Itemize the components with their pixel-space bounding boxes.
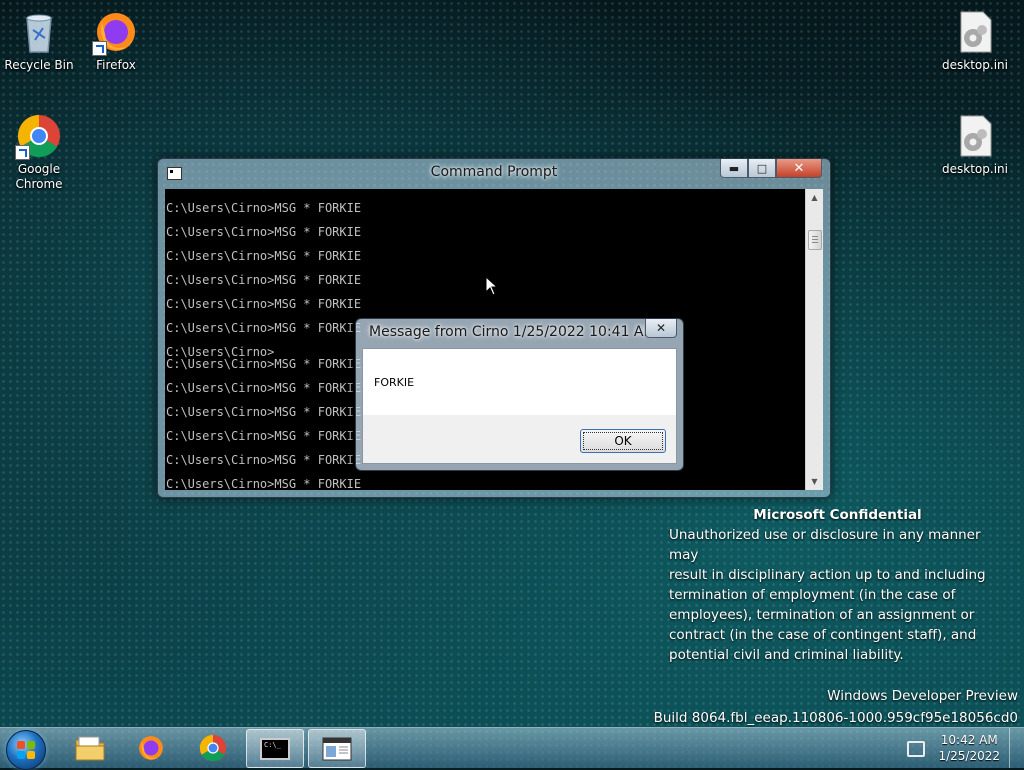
recycle-bin-icon [15,8,63,56]
taskbar: C:\_ 10:42 AM 1/25/2022 [0,727,1024,770]
confidential-line: employees), termination of an assignment… [669,607,975,623]
scroll-up-arrow[interactable]: ▲ [806,189,823,206]
caption-buttons: ▬ □ ✕ [720,159,822,178]
message-text: FORKIE [374,376,415,389]
message-client-area: FORKIE OK [362,348,677,464]
start-button[interactable] [6,730,46,770]
message-body: FORKIE [363,349,676,415]
clock-time: 10:42 AM [940,733,998,747]
desktop-icon-label: Firefox [96,58,136,72]
console-icon-text: C:\_ [264,740,281,749]
build-watermark: Windows Developer Preview Build 8064.fbl… [654,685,1018,729]
message-dialog[interactable]: Message from Cirno 1/25/2022 10:41 AM ✕ … [355,318,684,471]
taskbar-firefox-button[interactable] [123,729,179,766]
close-button[interactable]: ✕ [776,159,822,178]
build-product: Windows Developer Preview [827,688,1018,704]
maximize-button[interactable]: □ [748,159,776,178]
clock[interactable]: 10:42 AM 1/25/2022 [938,732,1000,764]
cmd-line: C:\Users\Cirno>MSG * FORKIE [166,249,362,263]
scroll-thumb[interactable] [808,230,822,250]
desktop-icon-google-chrome[interactable]: Google Chrome [4,112,74,192]
confidential-notice: Microsoft Confidential Unauthorized use … [669,505,1014,665]
shortcut-arrow-icon [92,41,107,56]
firefox-icon [139,735,163,760]
settings-file-icon [951,8,999,56]
confidential-line: contract (in the case of contingent staf… [669,627,977,643]
desktop-icon-label: desktop.ini [942,58,1008,72]
confidential-line: termination of employment (in the case o… [669,587,956,603]
taskbar-message-button[interactable] [308,729,366,768]
cmd-line: C:\Users\Cirno>MSG * FORKIE [166,429,362,443]
cmd-line: C:\Users\Cirno>MSG * FORKIE [166,297,362,311]
desktop-icon-desktop-ini-2[interactable]: desktop.ini [940,112,1010,177]
desktop-icon-firefox[interactable]: Firefox [81,8,151,73]
minimize-button[interactable]: ▬ [720,159,748,178]
taskbar-chrome-button[interactable] [185,729,241,766]
message-dialog-title: Message from Cirno 1/25/2022 10:41 AM [369,324,656,340]
cmd-title-bar[interactable]: Command Prompt ▬ □ ✕ [158,159,830,189]
cmd-line: C:\Users\Cirno>MSG * FORKIE [166,381,362,395]
firefox-icon [92,8,140,56]
build-string: Build 8064.fbl_eeap.110806-1000.959cf95e… [653,710,1018,726]
taskbar-cmd-button[interactable]: C:\_ [246,729,304,768]
confidential-heading: Microsoft Confidential [753,507,922,523]
window-icon [322,737,352,760]
cmd-line: C:\Users\Cirno>MSG * FORKIE [166,225,362,239]
system-tray: 10:42 AM 1/25/2022 [904,728,1024,768]
console-icon: C:\_ [260,737,290,760]
network-icon[interactable] [907,741,925,757]
vertical-scrollbar[interactable]: ▲ ▼ [805,189,823,490]
cmd-line: C:\Users\Cirno>MSG * FORKIE [166,357,362,371]
folder-icon [75,736,105,760]
confidential-line: Unauthorized use or disclosure in any ma… [669,527,981,563]
cmd-line: C:\Users\Cirno>MSG * FORKIE [166,405,362,419]
ok-button[interactable]: OK [580,429,666,453]
cmd-line: C:\Users\Cirno>MSG * FORKIE [166,477,362,490]
cmd-line: C:\Users\Cirno>MSG * FORKIE [166,273,362,287]
confidential-line: potential civil and criminal liability. [669,647,904,663]
mouse-cursor-icon [485,276,499,296]
desktop-icon-label: desktop.ini [942,162,1008,176]
desktop-icon-label: Recycle Bin [4,58,74,72]
cmd-line: C:\Users\Cirno>MSG * FORKIE [166,453,362,467]
message-close-button[interactable]: ✕ [645,319,677,338]
scroll-down-arrow[interactable]: ▼ [806,473,823,490]
desktop-icon-label: Google Chrome [15,162,63,191]
shortcut-arrow-icon [15,145,30,160]
desktop-icon-recycle-bin[interactable]: Recycle Bin [4,8,74,73]
cmd-line: C:\Users\Cirno>MSG * FORKIE [166,321,362,335]
settings-file-icon [951,112,999,160]
desktop-icon-desktop-ini-1[interactable]: desktop.ini [940,8,1010,73]
chrome-icon [199,734,227,761]
chrome-icon [15,112,63,160]
taskbar-explorer-button[interactable] [62,729,118,766]
confidential-line: result in disciplinary action up to and … [669,567,986,583]
show-desktop-button[interactable] [1009,728,1024,768]
cmd-line: C:\Users\Cirno>MSG * FORKIE [166,201,362,215]
clock-date: 1/25/2022 [938,749,1000,763]
windows-logo-icon [17,741,35,759]
